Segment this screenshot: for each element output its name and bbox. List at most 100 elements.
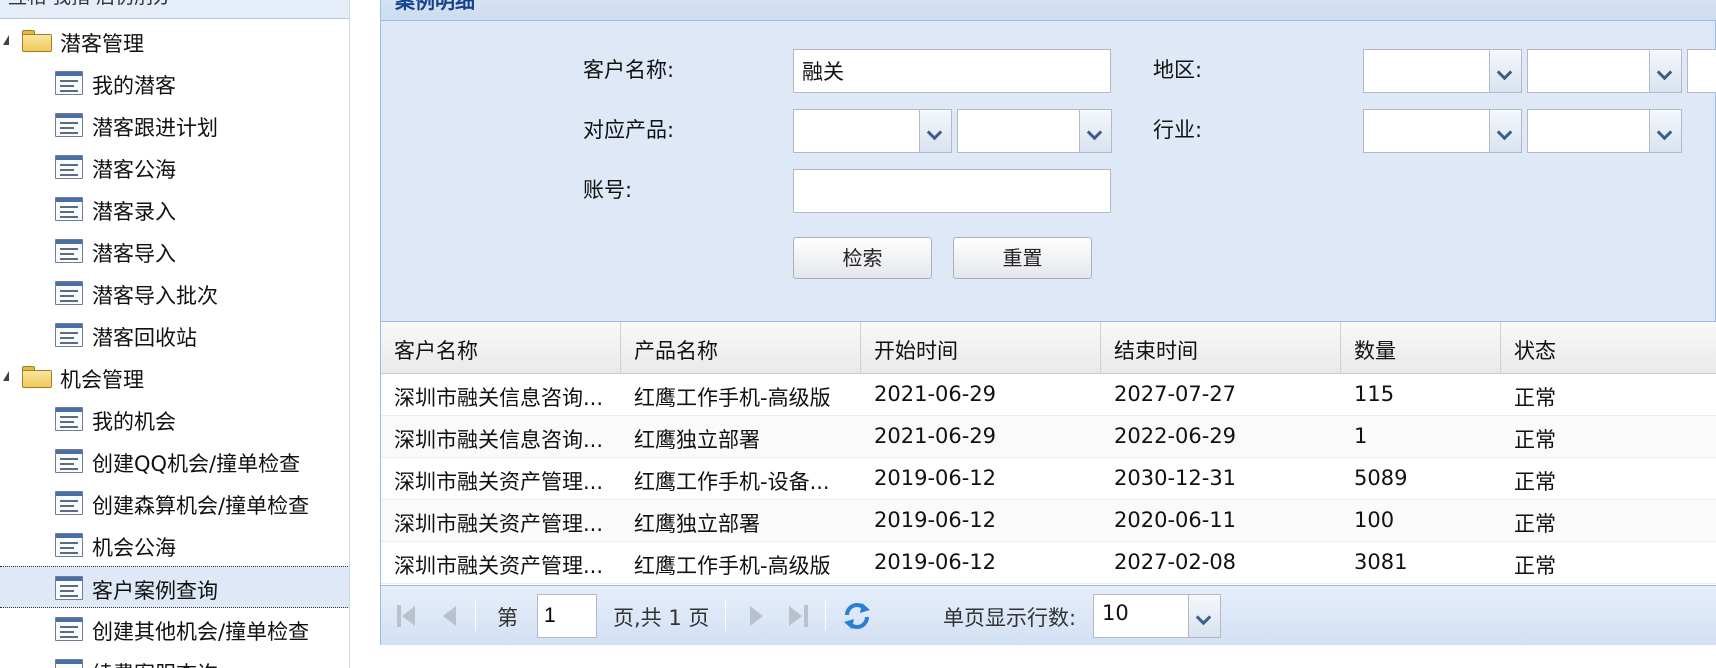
toolbar-separator [725,599,726,631]
sidebar-item[interactable]: 创建其他机会/撞单检查 [0,608,349,650]
expand-arrow-icon[interactable] [3,35,9,45]
sidebar-collapse-handle[interactable] [349,618,350,668]
sidebar-item-label: 创建森算机会/撞单检查 [92,494,310,518]
sidebar-item[interactable]: 续费案服查询 [0,650,349,668]
page-icon [55,239,83,263]
page-prefix-text: 第 [497,606,518,630]
chevron-down-icon[interactable] [1489,50,1521,92]
region-label: 地区: [1153,58,1203,82]
region-city-select[interactable] [1527,49,1682,93]
sidebar-item[interactable]: 创建QQ机会/撞单检查 [0,440,349,482]
industry-sub-select[interactable] [1527,109,1682,153]
sidebar-item[interactable]: 机会公海 [0,524,349,566]
table-cell: 深圳市融关资产管理... [394,554,604,578]
column-header[interactable]: 开始时间 [861,322,1101,374]
page-icon [55,155,83,179]
page-icon [55,576,83,600]
table-cell: 115 [1354,382,1395,406]
page-size-select[interactable]: 10 [1093,594,1221,638]
page-icon [55,533,83,557]
table-cell: 深圳市融关资产管理... [394,470,604,494]
table-cell: 5089 [1354,466,1408,490]
sidebar-item-label: 潜客录入 [92,200,176,224]
column-header[interactable]: 结束时间 [1101,322,1341,374]
case-detail-panel: 案例明细 客户名称: 地区: 对应产品: 行业: 账号: 检索 重置 客户名称产… [380,0,1716,645]
table-row[interactable]: 深圳市融关信息咨询... 红鹰工作手机-高级版 2021-06-29 2027-07-… [381,374,1716,416]
account-input[interactable] [793,169,1111,213]
table-row[interactable]: 深圳市融关资产管理... 红鹰独立部署 2019-06-12 2020-06-11 10… [381,500,1716,542]
panel-title: 案例明细 [395,0,475,13]
product-category-select[interactable] [793,109,952,153]
customer-name-label: 客户名称: [583,58,675,82]
column-header[interactable]: 数量 [1341,322,1501,374]
page-icon [55,281,83,305]
column-header[interactable]: 状态 [1501,322,1716,374]
region-district-select[interactable] [1687,49,1716,93]
refresh-icon[interactable] [841,600,873,632]
first-page-icon[interactable] [395,600,421,630]
sidebar-folder[interactable]: 潜客管理 [0,20,349,62]
page-icon [55,197,83,221]
page-icon [55,407,83,431]
product-item-select[interactable] [957,109,1112,153]
table-cell: 2019-06-12 [874,508,997,532]
table-cell: 3081 [1354,550,1408,574]
table-row[interactable]: 深圳市融关资产管理... 红鹰工作手机-设备... 2019-06-12 2030-1… [381,458,1716,500]
chevron-down-icon[interactable] [919,110,951,152]
sidebar-item[interactable]: 潜客公海 [0,146,349,188]
sidebar-item-label: 潜客公海 [92,158,176,182]
table-cell: 正常 [1514,386,1556,410]
sidebar-item-label: 创建其他机会/撞单检查 [92,620,310,644]
sidebar-item[interactable]: 我的潜客 [0,62,349,104]
sidebar-item[interactable]: 潜客跟进计划 [0,104,349,146]
sidebar-item[interactable]: 创建森算机会/撞单检查 [0,482,349,524]
toolbar-separator [475,599,476,631]
table-cell: 100 [1354,508,1395,532]
table-cell: 2019-06-12 [874,550,997,574]
column-header[interactable]: 产品名称 [621,322,861,374]
sidebar-item[interactable]: 潜客录入 [0,188,349,230]
chevron-down-icon[interactable] [1649,110,1681,152]
sidebar-item-label: 潜客跟进计划 [92,116,218,140]
table-cell: 深圳市融关信息咨询... [394,428,604,452]
page-icon [55,71,83,95]
sidebar-item[interactable]: 潜客导入批次 [0,272,349,314]
last-page-icon[interactable] [785,600,811,630]
sidebar-item-label: 续费案服查询 [92,658,218,668]
expand-arrow-icon[interactable] [3,371,9,381]
table-cell: 红鹰工作手机-高级版 [634,554,831,578]
sidebar-item-label: 潜客管理 [60,32,144,56]
table-cell: 正常 [1514,470,1556,494]
region-province-select[interactable] [1363,49,1522,93]
chevron-down-icon[interactable] [1649,50,1681,92]
reset-button[interactable]: 重置 [953,237,1092,279]
chevron-down-icon[interactable] [1188,595,1220,637]
case-results-grid: 客户名称 产品名称 开始时间 结束时间 数量 状态 深圳市融关信息咨询... 红鹰工作手机-… [381,321,1716,585]
industry-category-select[interactable] [1363,109,1522,153]
sidebar-item[interactable]: 我的机会 [0,398,349,440]
sidebar-item[interactable]: 潜客导入 [0,230,349,272]
page-total-text: 页,共 1 页 [613,606,710,630]
search-button[interactable]: 检索 [793,237,932,279]
chevron-down-icon[interactable] [1489,110,1521,152]
customer-name-input[interactable] [793,49,1111,93]
column-header[interactable]: 客户名称 [381,322,621,374]
table-cell: 2027-07-27 [1114,382,1237,406]
next-page-icon[interactable] [743,600,769,630]
table-cell: 正常 [1514,512,1556,536]
sidebar-folder[interactable]: 机会管理 [0,356,349,398]
account-label: 账号: [583,178,633,202]
sidebar-item[interactable]: 潜客回收站 [0,314,349,356]
sidebar-item-label: 机会管理 [60,368,144,392]
table-cell: 2019-06-12 [874,466,997,490]
table-cell: 2030-12-31 [1114,466,1237,490]
table-row[interactable]: 深圳市融关资产管理... 红鹰工作手机-高级版 2019-06-12 2027-02-… [381,542,1716,584]
current-page-input[interactable] [537,594,597,638]
chevron-down-icon[interactable] [1079,110,1111,152]
previous-page-icon[interactable] [437,600,463,630]
table-row[interactable]: 深圳市融关信息咨询... 红鹰独立部署 2021-06-29 2022-06-29 1 正… [381,416,1716,458]
sidebar-header: 互相 我指 后伪刖办 [0,0,349,19]
page-icon [55,449,83,473]
sidebar-header-text: 互相 我指 后伪刖办 [8,0,172,9]
sidebar-item[interactable]: 客户案例查询 [0,566,349,608]
